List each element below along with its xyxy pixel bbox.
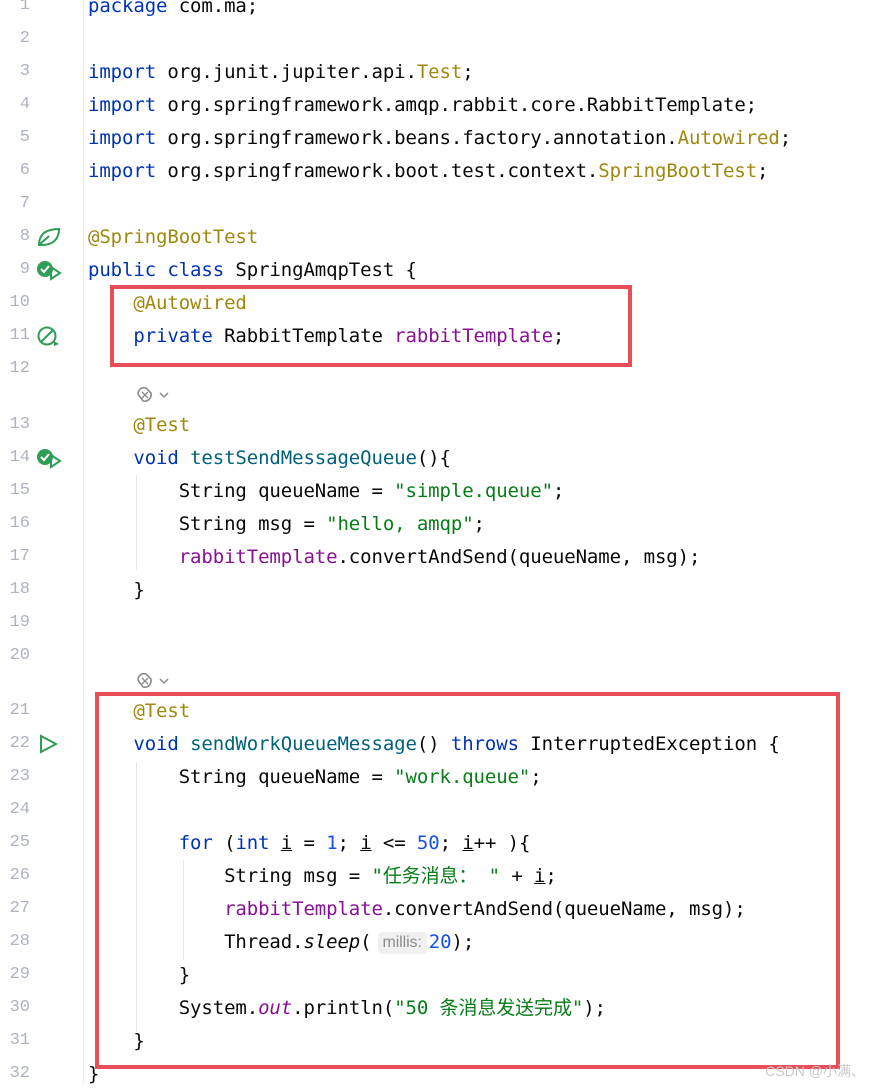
- code-text[interactable]: rabbitTemplate.convertAndSend(queueName,…: [88, 541, 701, 573]
- line-number: 8: [19, 227, 30, 246]
- line-number: 5: [19, 128, 30, 147]
- code-text[interactable]: String queueName = "simple.queue";: [88, 475, 565, 507]
- line-number: 23: [9, 767, 30, 786]
- code-text[interactable]: import org.springframework.amqp.rabbit.c…: [88, 89, 757, 121]
- code-line-19[interactable]: 19: [0, 607, 875, 639]
- line-number: 13: [9, 415, 30, 434]
- line-number: 6: [19, 161, 30, 180]
- code-line-5[interactable]: 5 import org.springframework.beans.facto…: [0, 122, 875, 154]
- line-number: 16: [9, 514, 30, 533]
- watermark: CSDN @小满、: [765, 1063, 865, 1079]
- line-number: 18: [9, 580, 30, 599]
- code-text[interactable]: import org.springframework.beans.factory…: [88, 122, 791, 154]
- line-number: 20: [9, 646, 30, 665]
- inject-icon[interactable]: [36, 325, 62, 347]
- run-icon[interactable]: [36, 733, 62, 755]
- code-text[interactable]: }: [88, 574, 144, 606]
- line-number: 14: [9, 448, 30, 467]
- code-line-7[interactable]: 7: [0, 188, 875, 220]
- line-number: 29: [9, 965, 30, 984]
- code-line-9[interactable]: 9 public class SpringAmqpTest {: [0, 254, 875, 286]
- line-number: 9: [19, 260, 30, 279]
- code-line-13[interactable]: 13 @Test: [0, 409, 875, 441]
- code-text[interactable]: @Test: [88, 409, 190, 441]
- line-number: 3: [19, 62, 30, 81]
- highlight-box-work-queue: [95, 692, 840, 1069]
- line-number: 15: [9, 481, 30, 500]
- line-number: 31: [9, 1031, 30, 1050]
- ai-inlay[interactable]: [134, 382, 170, 408]
- code-text[interactable]: void testSendMessageQueue(){: [88, 442, 451, 474]
- line-number: 30: [9, 998, 30, 1017]
- line-number: 1: [19, 0, 30, 15]
- line-number: 21: [9, 701, 30, 720]
- code-line-1[interactable]: 1 package com.ma;: [0, 0, 875, 22]
- line-number: 27: [9, 899, 30, 918]
- line-number: 7: [19, 194, 30, 213]
- ai-sparkle-icon[interactable]: [134, 384, 156, 406]
- line-number: 19: [9, 613, 30, 632]
- chevron-down-icon[interactable]: [158, 389, 170, 401]
- code-line-14[interactable]: 14 void testSendMessageQueue(){: [0, 442, 875, 474]
- code-line-6[interactable]: 6 import org.springframework.boot.test.c…: [0, 155, 875, 187]
- line-number: 24: [9, 800, 30, 819]
- code-text[interactable]: String msg = "hello, amqp";: [88, 508, 485, 540]
- line-number: 25: [9, 833, 30, 852]
- line-number: 28: [9, 932, 30, 951]
- code-line-2[interactable]: 2: [0, 23, 875, 55]
- run-test-icon[interactable]: [36, 259, 62, 281]
- line-number: 11: [9, 326, 30, 345]
- line-number: 17: [9, 547, 30, 566]
- code-line-20[interactable]: 20: [0, 640, 875, 672]
- line-number: 26: [9, 866, 30, 885]
- code-text[interactable]: import org.junit.jupiter.api.Test;: [88, 56, 474, 88]
- ai-sparkle-icon[interactable]: [134, 670, 156, 692]
- code-line-16[interactable]: 16 String msg = "hello, amqp";: [0, 508, 875, 540]
- code-text[interactable]: package com.ma;: [88, 0, 258, 22]
- highlight-box-autowired: [110, 285, 632, 367]
- code-line-3[interactable]: 3 import org.junit.jupiter.api.Test;: [0, 56, 875, 88]
- code-text[interactable]: @SpringBootTest: [88, 221, 258, 253]
- line-number: 12: [9, 359, 30, 378]
- code-editor[interactable]: 1 package com.ma; 2 3 import org.junit.j…: [0, 0, 875, 1085]
- code-line-15[interactable]: 15 String queueName = "simple.queue";: [0, 475, 875, 507]
- line-number: 4: [19, 95, 30, 114]
- code-line-4[interactable]: 4 import org.springframework.amqp.rabbit…: [0, 89, 875, 121]
- code-line-8[interactable]: 8 @SpringBootTest: [0, 221, 875, 253]
- line-number: 22: [9, 734, 30, 753]
- code-line-17[interactable]: 17 rabbitTemplate.convertAndSend(queueNa…: [0, 541, 875, 573]
- code-text[interactable]: import org.springframework.boot.test.con…: [88, 155, 768, 187]
- code-text[interactable]: public class SpringAmqpTest {: [88, 254, 417, 286]
- ai-inlay[interactable]: [134, 668, 170, 694]
- code-line-18[interactable]: 18 }: [0, 574, 875, 606]
- spring-leaf-icon[interactable]: [36, 226, 62, 248]
- line-number: 2: [19, 29, 30, 48]
- run-test-icon[interactable]: [36, 447, 62, 469]
- line-number: 10: [9, 293, 30, 312]
- line-number: 32: [9, 1064, 30, 1083]
- chevron-down-icon[interactable]: [158, 675, 170, 687]
